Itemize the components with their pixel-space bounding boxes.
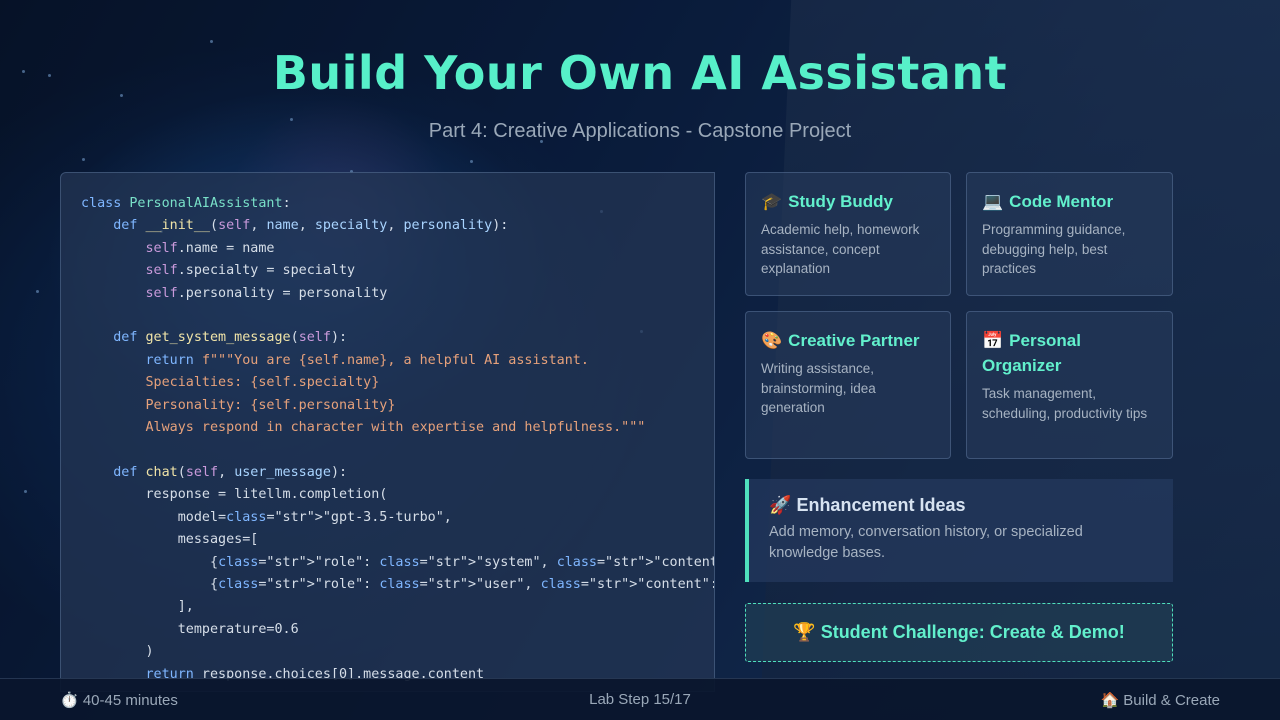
card-title: 🎓 Study Buddy bbox=[761, 189, 935, 214]
calendar-icon: 📅 bbox=[982, 331, 1004, 350]
card-study-buddy: 🎓 Study Buddy Academic help, homework ass… bbox=[745, 172, 951, 296]
challenge-label: Student Challenge: Create & Demo! bbox=[820, 622, 1125, 642]
student-challenge-banner: 🏆 Student Challenge: Create & Demo! bbox=[745, 603, 1173, 662]
slide-title: Build Your Own AI Assistant bbox=[272, 46, 1008, 100]
code-block: class PersonalAIAssistant: def __init__(… bbox=[60, 172, 715, 692]
card-title: 💻 Code Mentor bbox=[982, 189, 1157, 214]
lab-step-indicator: Lab Step 15/17 bbox=[589, 691, 691, 708]
card-code-mentor: 💻 Code Mentor Programming guidance, debug… bbox=[966, 172, 1173, 296]
enhancement-title: 🚀 Enhancement Ideas bbox=[769, 495, 1153, 516]
slide-subtitle: Part 4: Creative Applications - Capstone… bbox=[428, 120, 852, 142]
graduation-cap-icon: 🎓 bbox=[761, 192, 783, 211]
card-title: 🎨 Creative Partner bbox=[761, 328, 935, 353]
palette-icon: 🎨 bbox=[761, 331, 783, 350]
card-personal-organizer: 📅 Personal Organizer Task management, sch… bbox=[966, 311, 1173, 459]
laptop-icon: 💻 bbox=[982, 192, 1004, 211]
card-description: Programming guidance, debugging help, be… bbox=[982, 222, 1126, 276]
card-description: Academic help, homework assistance, conc… bbox=[761, 222, 920, 276]
card-creative-partner: 🎨 Creative Partner Writing assistance, br… bbox=[745, 311, 951, 459]
card-title-text: Study Buddy bbox=[788, 192, 894, 211]
card-description: Writing assistance, brainstorming, idea … bbox=[761, 361, 876, 415]
card-title: 📅 Personal Organizer bbox=[982, 328, 1157, 378]
card-title-text: Code Mentor bbox=[1009, 192, 1114, 211]
card-description: Task management, scheduling, productivit… bbox=[982, 386, 1148, 421]
section-label: 🏠 Build & Create bbox=[1100, 692, 1220, 709]
rocket-icon: 🚀 bbox=[769, 495, 792, 515]
enhancement-ideas-box: 🚀 Enhancement Ideas Add memory, conversa… bbox=[745, 479, 1173, 582]
trophy-icon: 🏆 bbox=[793, 622, 816, 642]
enhancement-description: Add memory, conversation history, or spe… bbox=[769, 524, 1083, 561]
footer-bar: ⏱️ 40-45 minutes Lab Step 15/17 🏠 Build … bbox=[0, 678, 1280, 720]
card-title-text: Creative Partner bbox=[788, 331, 920, 350]
enhancement-title-text: Enhancement Ideas bbox=[796, 495, 966, 515]
code-text: class PersonalAIAssistant: def __init__(… bbox=[81, 196, 715, 682]
